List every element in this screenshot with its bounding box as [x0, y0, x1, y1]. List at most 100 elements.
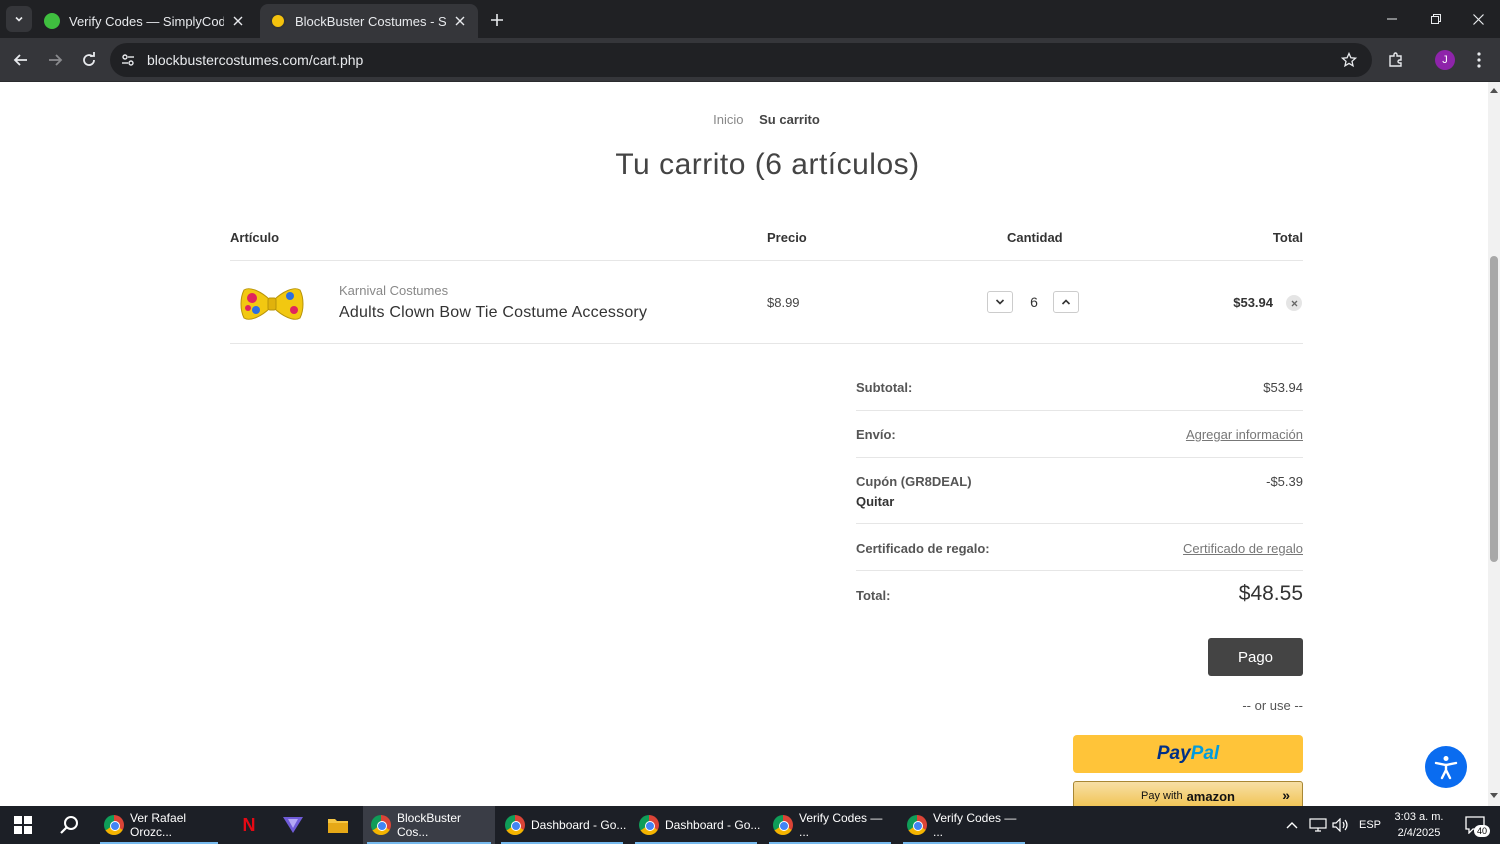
volume-tray-button[interactable] — [1332, 806, 1350, 844]
arrow-left-icon — [13, 54, 27, 66]
url-text[interactable]: blockbustercostumes.com/cart.php — [147, 52, 1334, 68]
back-button[interactable] — [8, 47, 34, 73]
paypal-checkout-button[interactable]: Pay Pal — [1073, 735, 1303, 773]
show-hidden-icons-button[interactable] — [1286, 806, 1298, 844]
shipping-label: Envío: — [856, 427, 896, 442]
paypal-logo-pay: Pay — [1156, 743, 1191, 764]
taskbar-clock[interactable]: 3:03 a. m. 2/4/2025 — [1388, 809, 1450, 841]
windows-taskbar: Ver Rafael Orozc... N BlockBuster Cos...… — [0, 806, 1500, 844]
taskbar-app-chrome-6[interactable]: Verify Codes — ... — [899, 806, 1029, 844]
folder-icon — [328, 819, 348, 833]
subtotal-label: Subtotal: — [856, 380, 913, 395]
tab-search-button[interactable] — [6, 6, 32, 32]
scroll-down-arrow-icon[interactable] — [1490, 792, 1498, 800]
column-header-item: Artículo — [230, 230, 280, 245]
add-shipping-info-link[interactable]: Agregar información — [1100, 427, 1303, 442]
taskbar-app-chrome-2[interactable]: BlockBuster Cos... — [363, 806, 495, 844]
accessibility-widget-button[interactable] — [1425, 746, 1467, 788]
taskbar-app-chrome-5[interactable]: Verify Codes — ... — [765, 806, 895, 844]
netflix-icon: N — [242, 814, 256, 835]
taskbar-app-label: Verify Codes — ... — [933, 811, 1017, 839]
chrome-icon — [773, 815, 793, 835]
taskbar-app-chrome-3[interactable]: Dashboard - Go... — [497, 806, 627, 844]
kebab-menu-icon — [1477, 52, 1481, 68]
chevron-up-icon — [1061, 299, 1071, 305]
windows-logo-icon — [14, 816, 32, 834]
minimize-button[interactable] — [1370, 0, 1414, 38]
netflix-app-button[interactable]: N — [232, 806, 266, 844]
chevron-up-icon — [1286, 822, 1298, 829]
search-button[interactable] — [50, 806, 88, 844]
breadcrumb-home-link[interactable]: Inicio — [713, 112, 743, 127]
chrome-icon — [639, 815, 659, 835]
accessibility-icon — [1434, 756, 1458, 780]
divider — [856, 523, 1303, 524]
arrow-right-icon — [49, 54, 63, 66]
quantity-increase-button[interactable] — [1053, 291, 1079, 313]
tab-title: Verify Codes — SimplyCodes — [69, 13, 224, 29]
bookmark-star-icon[interactable] — [1334, 52, 1364, 68]
checkout-button[interactable]: Pago — [1208, 638, 1303, 676]
chrome-icon — [907, 815, 927, 835]
taskbar-app-chrome-4[interactable]: Dashboard - Go... — [631, 806, 761, 844]
amazon-pay-prefix: Pay with — [1141, 790, 1183, 802]
divider — [856, 457, 1303, 458]
scrollbar-thumb[interactable] — [1490, 256, 1498, 562]
scroll-up-arrow-icon[interactable] — [1490, 86, 1498, 94]
column-header-price: Precio — [767, 230, 807, 245]
minimize-icon — [1387, 18, 1397, 20]
subtotal-value: $53.94 — [1263, 380, 1303, 395]
or-use-divider-text: -- or use -- — [1242, 698, 1303, 713]
site-info-icon[interactable] — [114, 46, 142, 74]
taskbar-app-label: BlockBuster Cos... — [397, 811, 462, 839]
clock-time: 3:03 a. m. — [1394, 811, 1444, 823]
product-name-link[interactable]: Adults Clown Bow Tie Costume Accessory — [339, 304, 647, 322]
product-image[interactable] — [240, 282, 304, 326]
product-brand[interactable]: Karnival Costumes — [339, 283, 448, 298]
taskbar-app-chrome-1[interactable]: Ver Rafael Orozc... — [96, 806, 222, 844]
tab-title: BlockBuster Costumes - Shopping Cart — [295, 13, 446, 29]
tab-close-icon[interactable] — [230, 13, 246, 29]
file-explorer-button[interactable] — [320, 806, 356, 844]
remove-item-button[interactable] — [1286, 295, 1302, 311]
vpn-app-button[interactable] — [276, 806, 310, 844]
restore-icon — [1431, 14, 1441, 24]
remove-coupon-link[interactable]: Quitar — [856, 494, 894, 509]
gift-certificate-link[interactable]: Certificado de regalo — [1100, 541, 1303, 556]
double-chevron-right-icon: » — [1282, 787, 1290, 803]
divider — [856, 410, 1303, 411]
network-tray-button[interactable] — [1309, 806, 1327, 844]
grand-total-label: Total: — [856, 588, 891, 603]
tab-simplycodes[interactable]: Verify Codes — SimplyCodes — [34, 4, 256, 38]
new-tab-button[interactable] — [486, 9, 508, 31]
avatar: J — [1435, 50, 1455, 70]
column-header-quantity: Cantidad — [1007, 230, 1063, 245]
tab-blockbuster[interactable]: BlockBuster Costumes - Shopping Cart — [260, 4, 478, 38]
speaker-icon — [1332, 818, 1348, 832]
tab-close-icon[interactable] — [452, 13, 468, 29]
extensions-button[interactable] — [1383, 47, 1409, 73]
restore-button[interactable] — [1414, 0, 1458, 38]
quantity-value[interactable]: 6 — [1024, 294, 1044, 310]
taskbar-app-label: Dashboard - Go... — [531, 818, 627, 832]
puzzle-icon — [1389, 52, 1402, 67]
address-bar[interactable]: blockbustercostumes.com/cart.php — [110, 43, 1372, 77]
coupon-discount-value: -$5.39 — [1266, 474, 1303, 489]
browser-tab-bar: Verify Codes — SimplyCodes BlockBuster C… — [0, 0, 1500, 38]
close-window-button[interactable] — [1456, 0, 1500, 38]
divider — [230, 343, 1303, 344]
close-icon — [1472, 13, 1484, 25]
start-button[interactable] — [4, 806, 42, 844]
reload-button[interactable] — [76, 47, 102, 73]
page-scrollbar[interactable] — [1488, 82, 1500, 806]
amazon-pay-button[interactable]: Pay with amazon » — [1073, 781, 1303, 806]
notifications-button[interactable]: 40 — [1460, 806, 1491, 844]
forward-button[interactable] — [42, 47, 68, 73]
profile-button[interactable]: J — [1432, 47, 1458, 73]
taskbar-app-label: Dashboard - Go... — [665, 818, 761, 832]
quantity-decrease-button[interactable] — [987, 291, 1013, 313]
input-language-indicator[interactable]: ESP — [1359, 806, 1381, 844]
chrome-icon — [371, 815, 391, 835]
browser-menu-button[interactable] — [1466, 47, 1492, 73]
close-icon — [1291, 300, 1297, 306]
